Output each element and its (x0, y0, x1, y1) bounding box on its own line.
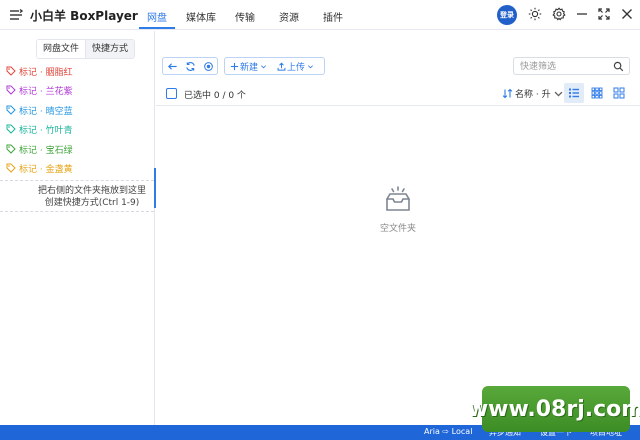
sidebar-tag-cyan[interactable]: 标记 · 竹叶青 (6, 122, 73, 136)
tab-media-library[interactable]: 媒体库 (186, 9, 216, 24)
tag-icon (6, 163, 16, 173)
shortcut-drop-hint: 把右侧的文件夹拖放到这里 创建快捷方式(Ctrl 1-9) (0, 185, 184, 209)
back-arrow-icon[interactable] (163, 58, 181, 74)
select-all-checkbox[interactable] (166, 88, 177, 99)
sidebar-tag-label: 标记 · 金盏黄 (19, 164, 73, 175)
tab-resources[interactable]: 资源 (279, 9, 299, 24)
create-button-group: 新建 上传 (224, 57, 325, 75)
sidebar: 网盘文件 快捷方式 标记 · 胭脂红 标记 · 兰花紫 标记 · 晴空蓝 标记 … (0, 31, 155, 425)
active-tab-indicator (139, 27, 175, 29)
sidebar-tag-label: 标记 · 宝石绿 (19, 145, 73, 156)
sort-label: 名称 · 升 (515, 90, 551, 100)
tab-plugins[interactable]: 插件 (323, 9, 343, 24)
small-grid-icon (591, 87, 603, 99)
empty-folder-text: 空文件夹 (379, 224, 416, 234)
tab-cloud-drive[interactable]: 网盘 (147, 9, 167, 24)
nav-button-group (162, 57, 218, 75)
large-grid-icon (613, 87, 625, 99)
plus-icon (230, 62, 239, 70)
list-view-icon (569, 88, 579, 98)
sidebar-divider (0, 180, 154, 181)
sidebar-tag-label: 标记 · 兰花紫 (19, 86, 73, 97)
sidebar-resize-handle[interactable] (154, 168, 156, 208)
sidebar-tag-label: 标记 · 胭脂红 (19, 67, 73, 78)
new-button[interactable]: 新建 (225, 58, 272, 74)
tag-icon (6, 124, 16, 134)
sidebar-tag-label: 标记 · 晴空蓝 (19, 106, 73, 117)
sidebar-tag-blue[interactable]: 标记 · 晴空蓝 (6, 103, 73, 117)
refresh-icon[interactable] (181, 58, 199, 74)
minimize-icon[interactable] (575, 7, 589, 21)
tab-transfer[interactable]: 传输 (235, 9, 255, 24)
app-title: 小白羊 BoxPlayer (30, 9, 138, 23)
chevron-down-icon (261, 64, 267, 68)
grid-view-button[interactable] (587, 83, 607, 103)
list-header: 已选中 0 / 0 个 名称 · 升 (156, 82, 640, 106)
aria-status[interactable]: Aria ⇨ Local (424, 427, 472, 436)
watermark-text: www.08rj.com (467, 396, 640, 422)
tag-icon (6, 105, 16, 115)
selection-count: 已选中 0 / 0 个 (184, 91, 246, 101)
chevron-down-icon (308, 64, 314, 68)
sidebar-tag-label: 标记 · 竹叶青 (19, 125, 73, 136)
upload-button[interactable]: 上传 (272, 58, 319, 74)
sidebar-divider (0, 211, 154, 212)
upload-icon (277, 62, 286, 71)
login-button[interactable]: 登录 (497, 5, 517, 25)
shortcut-hint-line2: 创建快捷方式(Ctrl 1-9) (44, 198, 140, 208)
locate-target-icon[interactable] (199, 58, 217, 74)
menu-icon[interactable] (7, 6, 25, 24)
sort-control[interactable]: 名称 · 升 (502, 87, 566, 100)
close-icon[interactable] (620, 7, 634, 21)
upload-button-label: 上传 (287, 62, 306, 73)
empty-folder-icon (383, 185, 413, 215)
settings-gear-icon[interactable] (552, 7, 566, 21)
site-watermark: www.08rj.com (468, 386, 640, 432)
sidebar-tag-green[interactable]: 标记 · 宝石绿 (6, 142, 73, 156)
title-bar: 小白羊 BoxPlayer 网盘 媒体库 传输 资源 插件 登录 (0, 0, 640, 30)
tag-icon (6, 144, 16, 154)
shortcut-hint-line1: 把右侧的文件夹拖放到这里 (37, 186, 146, 196)
sidebar-tag-purple[interactable]: 标记 · 兰花紫 (6, 83, 73, 97)
list-view-button[interactable] (564, 83, 584, 103)
tag-icon (6, 85, 16, 95)
fullscreen-icon[interactable] (597, 7, 611, 21)
sidebar-tag-yellow[interactable]: 标记 · 金盏黄 (6, 161, 73, 175)
sidebar-tab-files[interactable]: 网盘文件 (37, 40, 86, 58)
tag-icon (6, 66, 16, 76)
sort-icon (502, 88, 513, 99)
theme-sun-icon[interactable] (528, 7, 542, 21)
large-grid-view-button[interactable] (609, 83, 629, 103)
new-button-label: 新建 (240, 62, 259, 73)
sidebar-tag-red[interactable]: 标记 · 胭脂红 (6, 64, 73, 78)
sidebar-tabs: 网盘文件 快捷方式 (36, 39, 136, 59)
sidebar-tab-shortcuts[interactable]: 快捷方式 (85, 40, 135, 58)
quick-filter-input[interactable] (520, 60, 608, 73)
search-icon[interactable] (613, 61, 624, 72)
chevron-down-icon (554, 91, 563, 97)
quick-filter-box (513, 57, 630, 75)
